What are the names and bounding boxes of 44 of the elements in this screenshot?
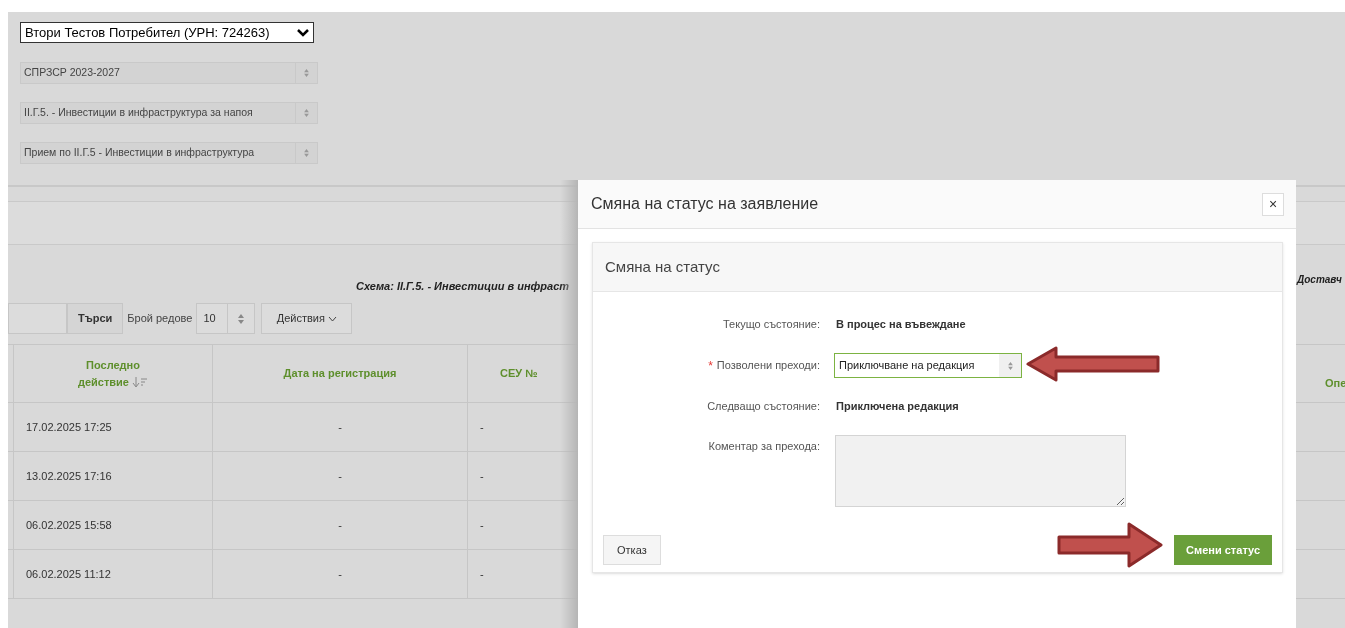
table-cell-text: - bbox=[480, 468, 484, 484]
chevron-down-icon bbox=[327, 315, 337, 322]
sort-arrows-icon bbox=[1007, 361, 1013, 370]
transition-select[interactable]: Приключване на редакция bbox=[834, 353, 1022, 378]
table-cell-text: - bbox=[338, 468, 342, 484]
column-heading: Опе bbox=[1325, 376, 1345, 391]
filter-select[interactable]: Прием по II.Г.5 - Инвестиции в инфраструктура bbox=[20, 142, 318, 164]
dialog-title: Смяна на статус на заявление bbox=[591, 194, 819, 214]
search-field[interactable] bbox=[8, 303, 67, 334]
sort-arrows-icon bbox=[238, 313, 245, 324]
table-cell-text: 17.02.2025 17:25 bbox=[26, 419, 112, 435]
table-cell-text: 13.02.2025 17:16 bbox=[26, 468, 112, 484]
rows-label: Брой редове bbox=[127, 311, 193, 327]
consumer-select[interactable]: Втори Тестов Потребител (УРН: 724263) bbox=[20, 22, 314, 43]
required-marker: * bbox=[708, 357, 713, 375]
filter-select[interactable]: II.Г.5. - Инвестиции в инфраструктура за напоя bbox=[20, 102, 318, 124]
actions-button[interactable]: Действия bbox=[261, 303, 353, 334]
comment-field[interactable] bbox=[835, 435, 1126, 507]
scheme-heading: Схема: II.Г.5. - Инвестиции в инфраст bbox=[356, 279, 570, 294]
table-cell-text: 06.02.2025 15:58 bbox=[26, 517, 112, 533]
field-label: Позволени преходи: bbox=[716, 358, 820, 374]
table-cell-text: - bbox=[338, 566, 342, 582]
sort-arrows-icon bbox=[304, 109, 309, 117]
chevron-down-icon bbox=[297, 28, 309, 37]
close-button[interactable]: × bbox=[1262, 192, 1284, 216]
field-label: Коментар за прехода: bbox=[708, 439, 820, 454]
column-heading: Доставч bbox=[1297, 273, 1342, 287]
cancel-button[interactable]: Отказ bbox=[603, 535, 661, 565]
search-button[interactable]: Търси bbox=[67, 303, 124, 334]
field-value: В процес на въвеждане bbox=[836, 317, 966, 333]
field-label: Следващо състояние: bbox=[707, 399, 820, 415]
table-cell-text: - bbox=[338, 419, 342, 435]
table-cell-text: 06.02.2025 11:12 bbox=[26, 566, 111, 582]
table-cell-text: - bbox=[480, 566, 484, 582]
table-cell-text: - bbox=[480, 517, 484, 533]
filter-select[interactable]: СПРЗСР 2023-2027 bbox=[20, 62, 318, 84]
field-label: Текущо състояние: bbox=[723, 317, 820, 333]
rows-select[interactable]: 10 bbox=[196, 303, 256, 334]
table-cell-text: - bbox=[338, 517, 342, 533]
sort-arrows-icon bbox=[304, 149, 309, 157]
table-cell-text: - bbox=[480, 419, 484, 435]
sort-arrows-icon bbox=[304, 69, 309, 77]
field-value: Приключена редакция bbox=[836, 399, 959, 415]
panel-title: Смяна на статус bbox=[605, 256, 720, 277]
